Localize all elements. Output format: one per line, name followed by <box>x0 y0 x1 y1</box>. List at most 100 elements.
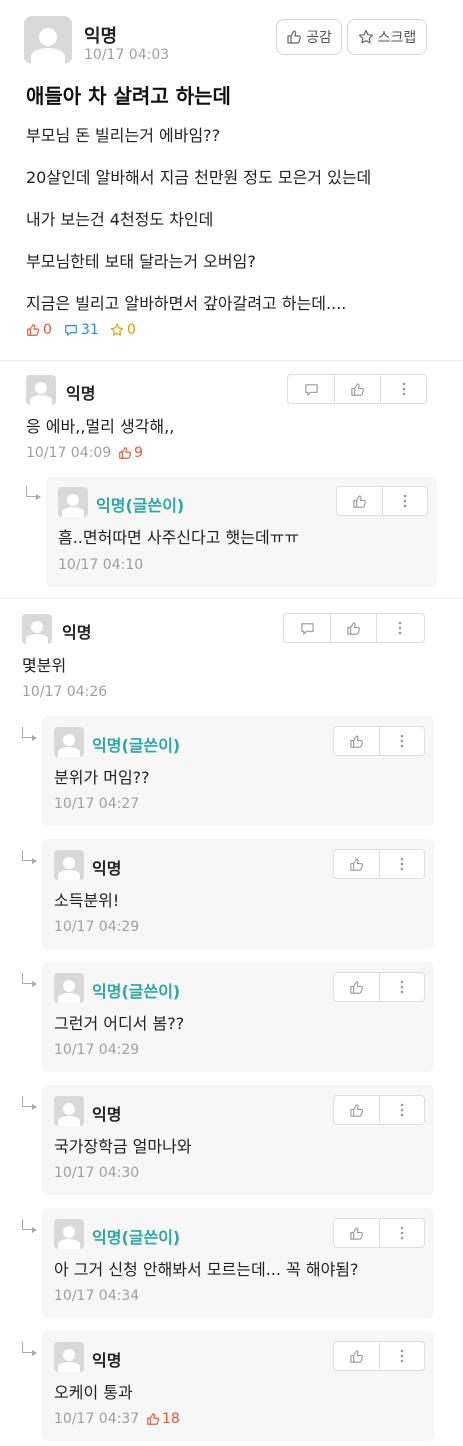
reply-arrow-icon <box>22 1342 37 1356</box>
reply-author: 익명 <box>92 1105 122 1124</box>
post-scrap-button[interactable]: 스크랩 <box>347 19 427 55</box>
reply-avatar <box>54 727 84 757</box>
thumbs-up-icon <box>350 1103 363 1117</box>
vertical-dots-icon <box>400 1349 404 1363</box>
reply-actions <box>333 972 425 1002</box>
reply-actions <box>336 486 428 516</box>
reply-avatar <box>54 973 84 1003</box>
post-scrap-count: 0 <box>110 322 136 338</box>
post-author-avatar <box>24 16 72 64</box>
comment-actions <box>287 374 427 404</box>
reply-time: 10/17 04:27 <box>54 796 140 812</box>
reply-like-count: 18 <box>146 1411 180 1427</box>
post-author-name: 익명 <box>84 26 118 47</box>
reply-more-button[interactable] <box>378 973 424 1001</box>
reply-actions <box>333 726 425 756</box>
reply-like-button[interactable] <box>334 850 379 878</box>
star-icon <box>110 323 124 336</box>
reply-time: 10/17 04:29 <box>54 919 140 935</box>
vertical-dots-icon <box>400 857 404 871</box>
comment-author: 익명 <box>62 623 92 642</box>
reply-arrow-icon <box>22 1219 37 1233</box>
reply-arrow-icon <box>22 1096 37 1110</box>
post-title: 애들아 차 살려고 하는데 <box>26 84 231 108</box>
vertical-dots-icon <box>400 980 404 994</box>
comment-reply-button[interactable] <box>288 375 334 403</box>
comment-text: 응 에바,,멀리 생각해,, <box>26 417 175 436</box>
thumbs-up-icon <box>351 382 364 396</box>
reply-like-button[interactable] <box>334 1219 379 1247</box>
reply-author: 익명 <box>92 1351 122 1370</box>
comment-author: 익명 <box>66 384 96 403</box>
reply-avatar <box>54 1096 84 1126</box>
post-comment-count: 31 <box>64 322 99 338</box>
post-like-button[interactable]: 공감 <box>276 19 342 55</box>
comment-more-button[interactable] <box>376 614 422 642</box>
reply-more-button[interactable] <box>378 727 424 755</box>
post-line-4: 부모님한테 보태 달라는거 오버임? <box>26 252 256 271</box>
comment-time: 10/17 04:26 <box>22 684 108 700</box>
thumbs-up-icon <box>350 1349 363 1363</box>
comment-like-count: 9 <box>118 445 143 461</box>
reply-text: 흠..면허따면 사주신다고 햇는데ㅠㅠ <box>58 528 300 547</box>
reply-time: 10/17 04:29 <box>54 1042 140 1058</box>
reply-arrow-icon <box>22 973 37 987</box>
reply-arrow-icon <box>22 850 37 864</box>
speech-bubble-icon <box>65 325 77 336</box>
thumbs-up-icon <box>287 30 301 44</box>
post-time: 10/17 04:03 <box>84 47 170 63</box>
comment-divider <box>0 598 463 599</box>
reply-author-op: 익명(글쓴이) <box>92 736 181 755</box>
reply-author-op: 익명(글쓴이) <box>92 982 181 1001</box>
post-line-3: 내가 보는건 4천정도 차인데 <box>26 210 214 229</box>
vertical-dots-icon <box>400 1226 404 1240</box>
vertical-dots-icon <box>400 734 404 748</box>
comment-like-button[interactable] <box>334 375 380 403</box>
post-line-2: 20살인데 알바해서 지금 천만원 정도 모은거 있는데 <box>26 168 372 187</box>
comment-like-button[interactable] <box>330 614 376 642</box>
thumbs-up-icon <box>147 1413 160 1425</box>
post-scrap-label: 스크랩 <box>377 30 417 46</box>
thumbs-up-icon <box>350 1226 363 1240</box>
reply-like-button[interactable] <box>334 973 379 1001</box>
comment-time: 10/17 04:09 <box>26 445 112 461</box>
reply-text: 소득분위! <box>54 891 120 910</box>
comment-more-button[interactable] <box>380 375 426 403</box>
reply-text: 국가장학금 얼마나와 <box>54 1137 192 1156</box>
vertical-dots-icon <box>398 621 401 635</box>
reply-more-button[interactable] <box>381 487 427 515</box>
reply-avatar <box>58 487 88 517</box>
reply-more-button[interactable] <box>378 850 424 878</box>
thumbs-up-icon <box>347 621 360 635</box>
thumbs-up-icon <box>350 857 363 871</box>
reply-like-button[interactable] <box>334 727 379 755</box>
comment-avatar <box>26 375 56 405</box>
reply-arrow-icon <box>26 486 41 500</box>
reply-like-button[interactable] <box>334 1096 379 1124</box>
vertical-dots-icon <box>400 1103 404 1117</box>
post-line-5: 지금은 빌리고 알바하면서 갚아갈려고 하는데.... <box>26 294 347 313</box>
reply-like-button[interactable] <box>337 487 382 515</box>
comment-reply-button[interactable] <box>284 614 330 642</box>
reply-text: 분위가 머임?? <box>54 768 150 787</box>
reply-text: 오케이 통과 <box>54 1383 133 1402</box>
thumbs-up-icon <box>353 494 366 508</box>
thumbs-up-icon <box>27 324 40 336</box>
reply-like-button[interactable] <box>334 1342 379 1370</box>
post-line-1: 부모님 돈 빌리는거 에바임?? <box>26 126 221 145</box>
vertical-dots-icon <box>403 494 407 508</box>
speech-bubble-icon <box>300 622 314 635</box>
reply-more-button[interactable] <box>378 1096 424 1124</box>
comment-text: 몇분위 <box>22 656 67 675</box>
reply-time: 10/17 04:34 <box>54 1288 140 1304</box>
reply-actions <box>333 1218 425 1248</box>
reply-more-button[interactable] <box>378 1342 424 1370</box>
comment-actions <box>283 613 425 643</box>
reply-actions <box>333 1095 425 1125</box>
reply-avatar <box>54 850 84 880</box>
reply-more-button[interactable] <box>378 1219 424 1247</box>
reply-actions <box>333 1341 425 1371</box>
post-like-label: 공감 <box>306 30 332 46</box>
reply-time: 10/17 04:30 <box>54 1165 140 1181</box>
reply-avatar <box>54 1219 84 1249</box>
